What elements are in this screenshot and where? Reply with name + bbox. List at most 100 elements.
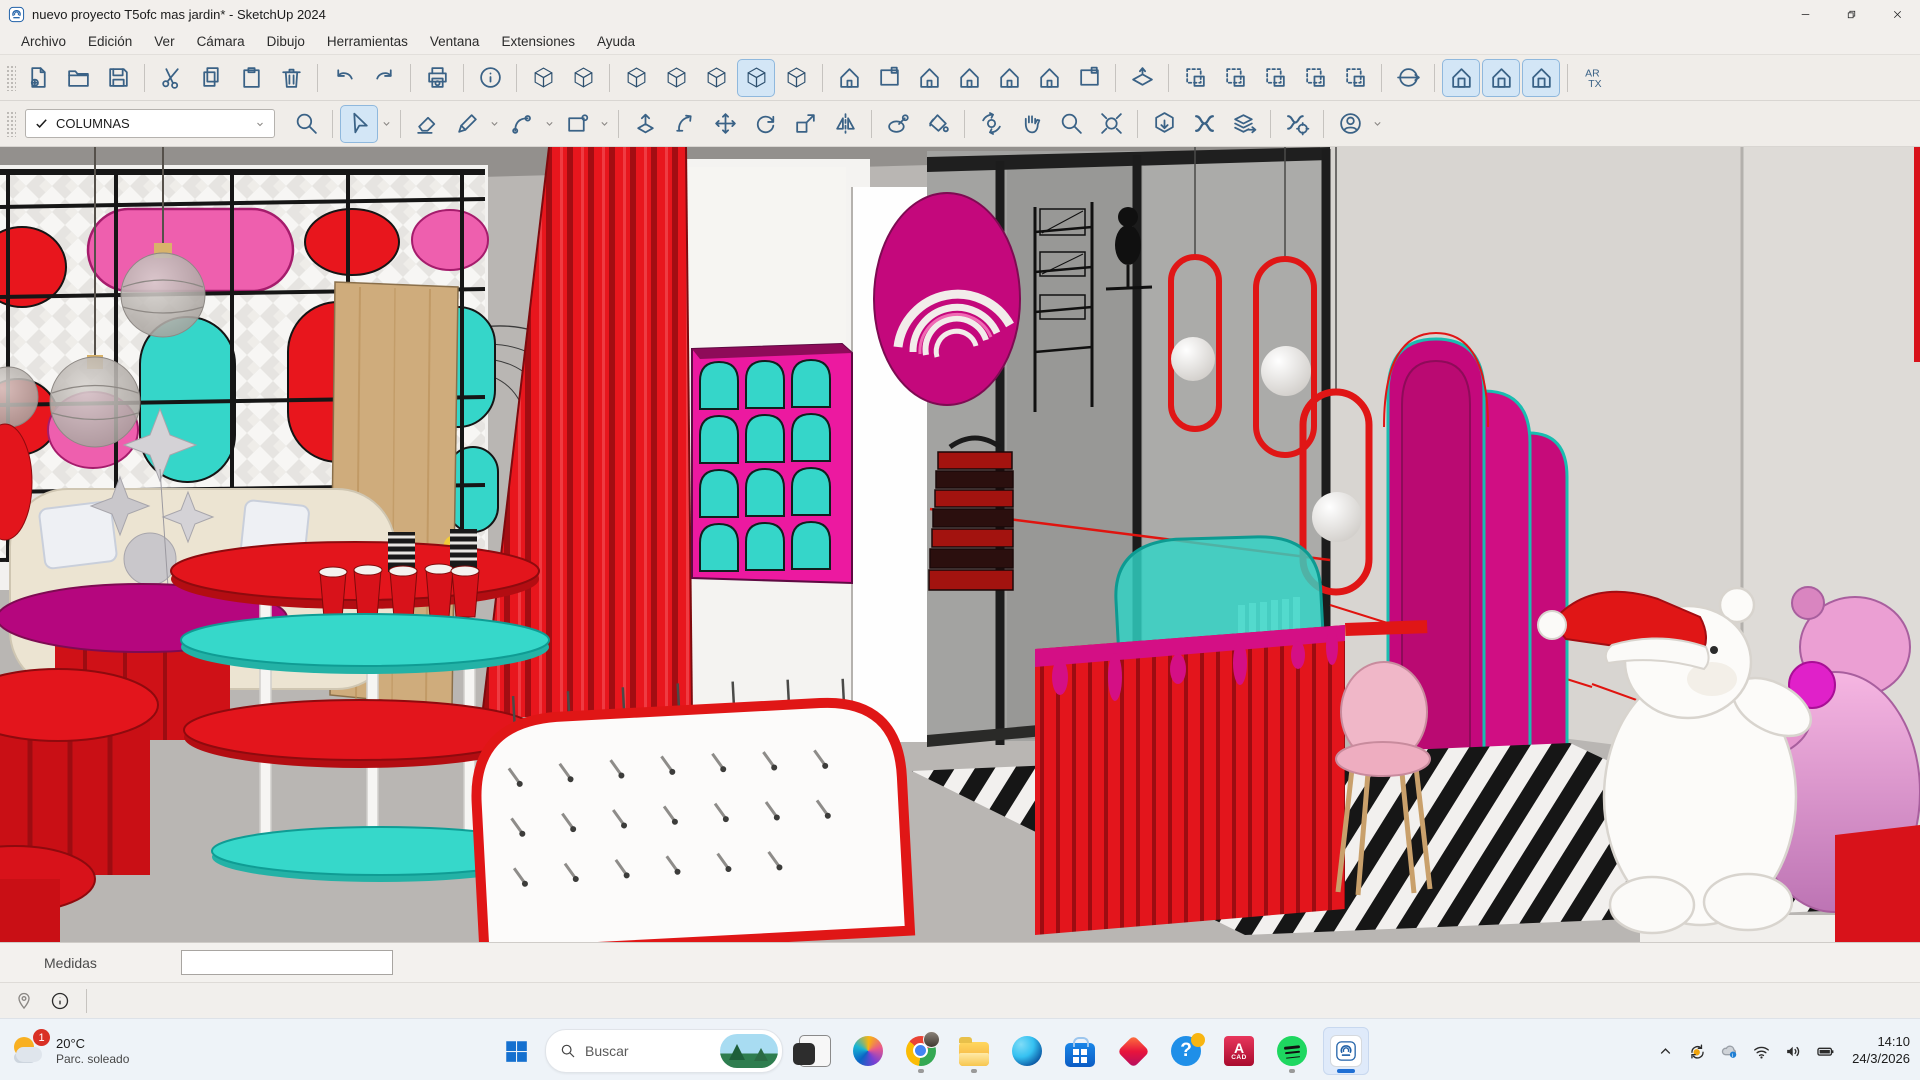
- open-button[interactable]: [59, 59, 97, 97]
- taskbar-app-autocad[interactable]: ACAD: [1217, 1028, 1261, 1074]
- menu-herramientas[interactable]: Herramientas: [316, 34, 419, 49]
- view-bottom-button[interactable]: [1070, 59, 1108, 97]
- delete-button[interactable]: [272, 59, 310, 97]
- view-left-button[interactable]: [1030, 59, 1068, 97]
- new-document-button[interactable]: [19, 59, 57, 97]
- 3d-warehouse-button[interactable]: [1145, 105, 1183, 143]
- pan-button[interactable]: [1012, 105, 1050, 143]
- section-cuts-button[interactable]: [1216, 59, 1254, 97]
- style-hidden-line-button[interactable]: [657, 59, 695, 97]
- style-xray-button[interactable]: [524, 59, 562, 97]
- view-back-button[interactable]: [990, 59, 1028, 97]
- style-back-edges-button[interactable]: [617, 59, 655, 97]
- tape-measure-button[interactable]: [879, 105, 917, 143]
- tag-filter-dropdown[interactable]: COLUMNAS: [25, 109, 275, 138]
- section-display-button[interactable]: [1176, 59, 1214, 97]
- tray-chevron-up-icon[interactable]: [1656, 1042, 1675, 1061]
- clock[interactable]: 14:10 24/3/2026: [1852, 1034, 1910, 1068]
- restore-button[interactable]: [1828, 0, 1874, 28]
- taskbar-app-microsoft-store[interactable]: [1058, 1028, 1102, 1074]
- select-options-caret[interactable]: [380, 106, 393, 142]
- style-shaded-button[interactable]: [697, 59, 735, 97]
- paste-button[interactable]: [232, 59, 270, 97]
- view-front-button[interactable]: [910, 59, 948, 97]
- freehand-button[interactable]: [448, 105, 486, 143]
- match-photo-button[interactable]: [1522, 59, 1560, 97]
- 3d-text-button[interactable]: [1575, 59, 1613, 97]
- menu-archivo[interactable]: Archivo: [10, 34, 77, 49]
- flip-button[interactable]: [826, 105, 864, 143]
- menu-extensiones[interactable]: Extensiones: [490, 34, 586, 49]
- style-wireframe-button[interactable]: [564, 59, 602, 97]
- style-shaded-textures-button[interactable]: [737, 59, 775, 97]
- view-right-button[interactable]: [950, 59, 988, 97]
- zoom-extents-button[interactable]: [1092, 105, 1130, 143]
- battery-icon[interactable]: [1816, 1042, 1835, 1061]
- move-button[interactable]: [706, 105, 744, 143]
- taskbar-app-help[interactable]: ?: [1164, 1028, 1208, 1074]
- taskbar-app-game-launcher[interactable]: [1111, 1028, 1155, 1074]
- menu-edicion[interactable]: Edición: [77, 34, 143, 49]
- credits-info-icon[interactable]: [50, 991, 70, 1011]
- close-button[interactable]: [1874, 0, 1920, 28]
- push-pull-button[interactable]: [626, 105, 664, 143]
- rotate-button[interactable]: [746, 105, 784, 143]
- account-button[interactable]: [1331, 105, 1369, 143]
- wifi-icon[interactable]: [1752, 1042, 1771, 1061]
- minimize-button[interactable]: [1782, 0, 1828, 28]
- taskbar-app-sketchup[interactable]: [1323, 1027, 1369, 1075]
- account-options-caret[interactable]: [1371, 106, 1384, 142]
- taskbar-app-task-view[interactable]: [793, 1028, 837, 1074]
- fog-toggle-button[interactable]: [1482, 59, 1520, 97]
- toolbar-grip[interactable]: [6, 65, 16, 91]
- redo-button[interactable]: [365, 59, 403, 97]
- undo-button[interactable]: [325, 59, 363, 97]
- taskbar-app-file-explorer[interactable]: [952, 1028, 996, 1074]
- menu-dibujo[interactable]: Dibujo: [256, 34, 316, 49]
- zoom-window-button[interactable]: [287, 105, 325, 143]
- menu-ayuda[interactable]: Ayuda: [586, 34, 646, 49]
- extension-warehouse-button[interactable]: [1185, 105, 1223, 143]
- onedrive-icon[interactable]: i: [1720, 1042, 1739, 1061]
- rectangle-tool-button[interactable]: [558, 105, 596, 143]
- send-to-layout-button[interactable]: [1225, 105, 1263, 143]
- arc-tool-button[interactable]: [503, 105, 541, 143]
- save-button[interactable]: [99, 59, 137, 97]
- style-monochrome-button[interactable]: [777, 59, 815, 97]
- copy-button[interactable]: [192, 59, 230, 97]
- freehand-options-caret[interactable]: [488, 106, 501, 142]
- extension-manager-button[interactable]: [1278, 105, 1316, 143]
- shadows-toggle-button[interactable]: [1442, 59, 1480, 97]
- arc-tool-options-caret[interactable]: [543, 106, 556, 142]
- taskbar-app-edge[interactable]: [1005, 1028, 1049, 1074]
- weather-widget[interactable]: 1 20°C Parc. soleado: [12, 1033, 129, 1069]
- model-info-button[interactable]: [471, 59, 509, 97]
- section-outlines-button[interactable]: [1296, 59, 1334, 97]
- zoom-button[interactable]: [1052, 105, 1090, 143]
- model-viewport[interactable]: [0, 147, 1920, 942]
- search-highlight-thumbnail[interactable]: [720, 1034, 778, 1068]
- cut-button[interactable]: [152, 59, 190, 97]
- medidas-input[interactable]: [181, 950, 393, 975]
- section-fill-button[interactable]: [1256, 59, 1294, 97]
- menu-ver[interactable]: Ver: [143, 34, 185, 49]
- view-iso-button[interactable]: [830, 59, 868, 97]
- geolocation-button[interactable]: [1389, 59, 1427, 97]
- section-plane-button[interactable]: [1123, 59, 1161, 97]
- print-button[interactable]: [418, 59, 456, 97]
- view-top-button[interactable]: [870, 59, 908, 97]
- start-button[interactable]: [497, 1032, 535, 1070]
- sync-icon[interactable]: [1688, 1042, 1707, 1061]
- volume-icon[interactable]: [1784, 1042, 1803, 1061]
- toolbar-grip-2[interactable]: [6, 111, 16, 137]
- eraser-button[interactable]: [408, 105, 446, 143]
- menu-ventana[interactable]: Ventana: [419, 34, 491, 49]
- paint-bucket-button[interactable]: [919, 105, 957, 143]
- search-box[interactable]: Buscar: [545, 1029, 783, 1073]
- taskbar-app-chrome[interactable]: [899, 1028, 943, 1074]
- taskbar-app-copilot[interactable]: [846, 1028, 890, 1074]
- scale-button[interactable]: [786, 105, 824, 143]
- rectangle-tool-options-caret[interactable]: [598, 106, 611, 142]
- orbit-button[interactable]: [972, 105, 1010, 143]
- select-button[interactable]: [340, 105, 378, 143]
